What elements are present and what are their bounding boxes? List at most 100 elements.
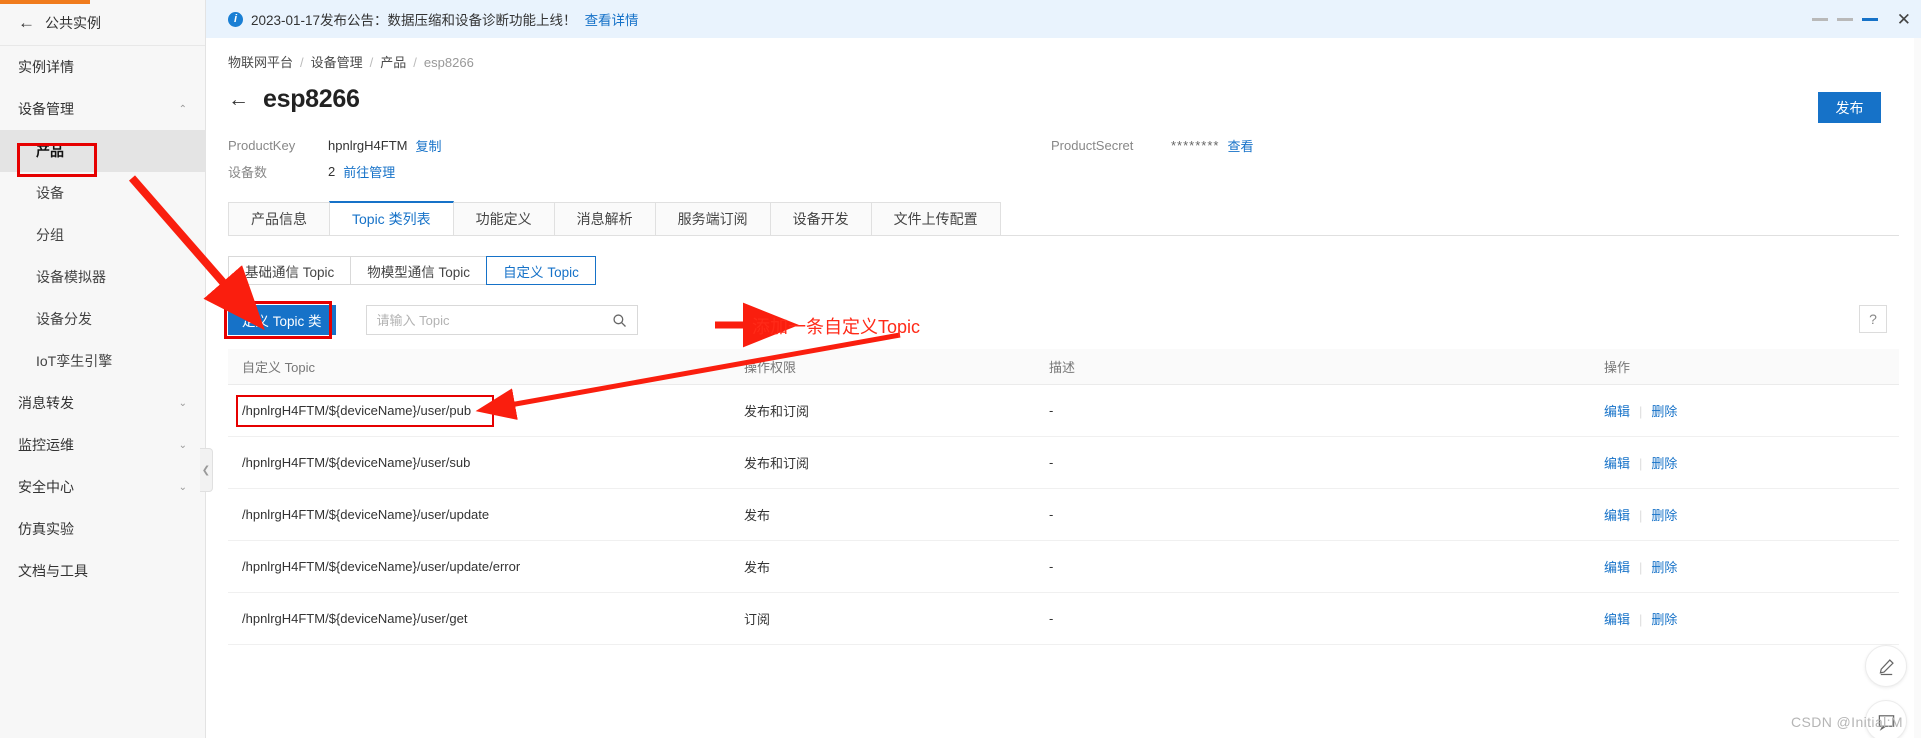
tab-5[interactable]: 设备开发 (769, 202, 872, 235)
action-divider: | (1639, 508, 1643, 523)
column-header-3: 操作 (1604, 360, 1631, 375)
table-row: /hpnlrgH4FTM/${deviceName}/user/update 发布… (228, 489, 1899, 541)
subtab-1[interactable]: 物模型通信 Topic (350, 256, 488, 285)
breadcrumb-item-2[interactable]: 产品 (380, 55, 406, 70)
sidebar-item-12[interactable]: 文档与工具 (0, 550, 205, 592)
tab-2[interactable]: 功能定义 (452, 202, 555, 235)
sidebar-collapse-handle[interactable]: ❮ (200, 448, 213, 492)
sidebar-item-3[interactable]: 设备 (0, 172, 205, 214)
window-restore-button[interactable] (1836, 17, 1853, 21)
info-icon: i (228, 11, 243, 27)
sidebar-item-1[interactable]: 设备管理 (0, 88, 205, 130)
breadcrumb-separator: / (369, 55, 374, 70)
help-button[interactable]: ? (1859, 305, 1887, 333)
sidebar-item-5[interactable]: 设备模拟器 (0, 256, 205, 298)
sidebar-item-label: 设备分发 (36, 311, 92, 327)
sidebar-item-8[interactable]: 消息转发 (0, 382, 205, 424)
search-input[interactable] (376, 312, 612, 328)
edit-topic-link[interactable]: 编辑 (1604, 508, 1630, 523)
topic-name-cell: /hpnlrgH4FTM/${deviceName}/user/update (242, 507, 490, 522)
subtab-0[interactable]: 基础通信 Topic (228, 256, 352, 285)
row-actions: 编辑 | 删除 (1604, 557, 1899, 576)
topic-toolbar: 定义 Topic 类 ? (224, 301, 1921, 339)
device-count-value: 2 (328, 163, 336, 179)
topic-table: 自定义 Topic 操作权限 描述 操作 /hpnlrgH4FTM/${deviceN… (228, 349, 1899, 645)
breadcrumb: 物联网平台 / 设备管理 / 产品 / esp8266 (206, 38, 1921, 71)
breadcrumb-item-3: esp8266 (423, 55, 474, 70)
edit-topic-link[interactable]: 编辑 (1604, 560, 1630, 575)
sidebar-nav: 实例详情设备管理产品设备分组设备模拟器设备分发 IoT孪生引擎消息转发监控运维安全… (0, 46, 205, 592)
search-icon (612, 313, 626, 327)
sidebar-item-0[interactable]: 实例详情 (0, 46, 205, 88)
chevron-down-icon (179, 440, 187, 451)
topic-name-cell: /hpnlrgH4FTM/${deviceName}/user/update/e… (242, 559, 521, 574)
delete-topic-link[interactable]: 删除 (1651, 456, 1677, 471)
tab-1[interactable]: Topic 类列表 (329, 201, 454, 235)
delete-topic-link[interactable]: 删除 (1651, 508, 1677, 523)
pencil-icon[interactable] (1865, 645, 1907, 687)
view-product-secret-link[interactable]: 查看 (1227, 136, 1253, 155)
breadcrumb-item-1[interactable]: 设备管理 (311, 55, 363, 70)
instance-back-header[interactable]: ← 公共实例 (0, 0, 205, 46)
breadcrumb-item-0[interactable]: 物联网平台 (228, 55, 293, 70)
window-maximize-button[interactable] (1861, 17, 1878, 21)
delete-topic-link[interactable]: 删除 (1651, 612, 1677, 627)
sidebar-item-label: 设备模拟器 (36, 269, 106, 285)
page-title: esp8266 (263, 85, 360, 113)
copy-product-key-link[interactable]: 复制 (415, 136, 441, 155)
sidebar-item-2[interactable]: 产品 (0, 130, 205, 172)
close-icon[interactable]: ✕ (1897, 11, 1911, 28)
edit-topic-link[interactable]: 编辑 (1604, 612, 1630, 627)
sidebar-item-6[interactable]: 设备分发 (0, 298, 205, 340)
sidebar-item-4[interactable]: 分组 (0, 214, 205, 256)
sidebar-item-label: 设备 (36, 185, 64, 201)
edit-topic-link[interactable]: 编辑 (1604, 456, 1630, 471)
instance-name-label: 公共实例 (45, 14, 101, 31)
topic-description-cell: - (1049, 403, 1054, 418)
tab-0[interactable]: 产品信息 (228, 202, 330, 235)
table-body: /hpnlrgH4FTM/${deviceName}/user/pub 发布和订阅… (228, 385, 1899, 645)
breadcrumb-separator: / (413, 55, 417, 70)
product-tabs: 产品信息 Topic 类列表 功能定义 消息解析 服务端订阅 设备开发 文件上传配置 (228, 201, 1899, 236)
subtab-2[interactable]: 自定义 Topic (486, 256, 596, 285)
define-topic-button[interactable]: 定义 Topic 类 (228, 305, 336, 335)
page-scrollbar[interactable] (1914, 38, 1921, 738)
action-divider: | (1639, 612, 1643, 627)
topic-search-box[interactable] (365, 305, 638, 335)
page-back-icon[interactable]: ← (228, 89, 249, 110)
announcement-detail-link[interactable]: 查看详情 (585, 9, 639, 29)
topic-permission-cell: 发布和订阅 (744, 456, 810, 471)
topic-permission-cell: 订阅 (744, 612, 771, 627)
topic-description-cell: - (1049, 507, 1054, 522)
device-count-label: 设备数 (228, 164, 268, 180)
table-header-row: 自定义 Topic 操作权限 描述 操作 (228, 349, 1899, 385)
chevron-down-icon (179, 482, 187, 493)
topic-name-cell: /hpnlrgH4FTM/${deviceName}/user/get (242, 611, 468, 626)
delete-topic-link[interactable]: 删除 (1651, 404, 1677, 419)
sidebar-item-label: 分组 (36, 227, 64, 243)
chevron-up-icon (179, 104, 187, 115)
tab-3[interactable]: 消息解析 (553, 202, 656, 235)
delete-topic-link[interactable]: 删除 (1651, 560, 1677, 575)
main-content: 物联网平台 / 设备管理 / 产品 / esp8266 ← esp8266 发布 Produ… (206, 38, 1921, 738)
sidebar-item-label: 监控运维 (18, 437, 74, 453)
annotation-note: 添加一条自定义Topic (752, 317, 921, 337)
go-manage-devices-link[interactable]: 前往管理 (343, 162, 395, 181)
row-actions: 编辑 | 删除 (1604, 453, 1899, 472)
column-header-2: 描述 (1049, 360, 1076, 375)
sidebar-item-11[interactable]: 仿真实验 (0, 508, 205, 550)
row-actions: 编辑 | 删除 (1604, 401, 1899, 420)
sidebar-item-label: 产品 (36, 143, 64, 159)
sidebar-item-10[interactable]: 安全中心 (0, 466, 205, 508)
sidebar-item-9[interactable]: 监控运维 (0, 424, 205, 466)
sidebar-item-7[interactable]: IoT孪生引擎 (0, 340, 205, 382)
edit-topic-link[interactable]: 编辑 (1604, 404, 1630, 419)
sidebar-item-label: IoT孪生引擎 (36, 353, 113, 369)
back-arrow-icon: ← (18, 13, 35, 32)
topic-description-cell: - (1049, 611, 1054, 626)
window-minimize-button[interactable] (1811, 17, 1828, 21)
sidebar-item-label: 设备管理 (18, 101, 74, 117)
tab-4[interactable]: 服务端订阅 (654, 202, 771, 235)
sidebar-item-label: 安全中心 (18, 479, 74, 495)
tab-6[interactable]: 文件上传配置 (870, 202, 1001, 235)
